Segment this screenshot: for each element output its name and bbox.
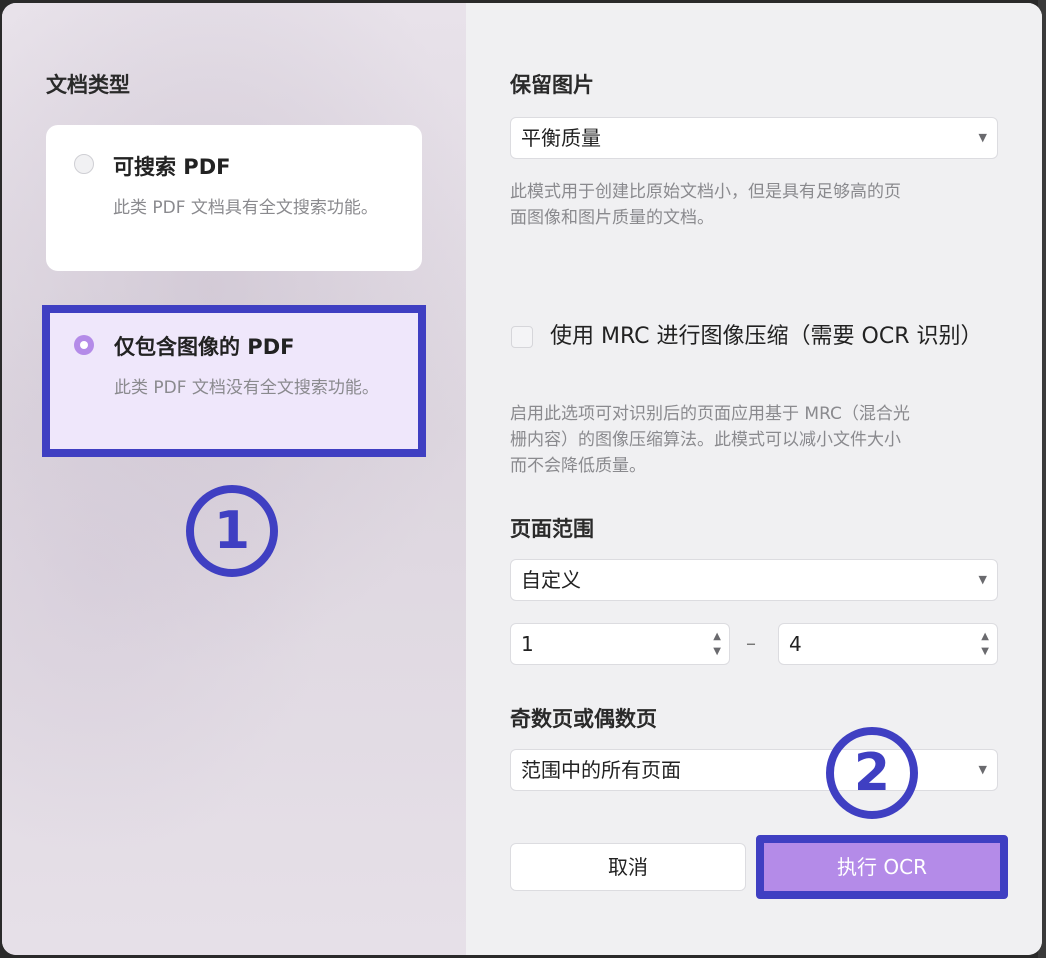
page-to-value: 4 (789, 632, 802, 656)
option-image-only-pdf-title: 仅包含图像的 PDF (114, 335, 295, 359)
option-image-only-pdf-desc: 此类 PDF 文档没有全文搜索功能。 (114, 378, 379, 398)
radio-image-only-pdf[interactable] (74, 335, 94, 355)
odd-even-value: 范围中的所有页面 (521, 758, 681, 782)
run-ocr-button[interactable]: 执行 OCR (756, 835, 1008, 899)
option-searchable-pdf-title: 可搜索 PDF (113, 155, 231, 179)
page-range-select[interactable]: 自定义 ▼ (510, 559, 998, 601)
keep-images-desc-line1: 此模式用于创建比原始文档小，但是具有足够高的页 (510, 182, 901, 202)
keep-images-desc-line2: 面图像和图片质量的文档。 (510, 208, 714, 228)
ocr-dialog: 文档类型 可搜索 PDF 此类 PDF 文档具有全文搜索功能。 仅包含图像的 P… (2, 3, 1042, 955)
page-range-value: 自定义 (521, 568, 581, 592)
stepper-arrows-icon[interactable]: ▲ ▼ (981, 629, 989, 659)
mrc-label: 使用 MRC 进行图像压缩（需要 OCR 识别） (550, 324, 983, 349)
odd-even-heading: 奇数页或偶数页 (510, 707, 657, 731)
page-range-heading: 页面范围 (510, 517, 594, 541)
page-from-value: 1 (521, 632, 534, 656)
annotation-marker-2: 2 (826, 727, 918, 819)
option-searchable-pdf-desc: 此类 PDF 文档具有全文搜索功能。 (113, 198, 378, 218)
chevron-down-icon: ▼ (978, 131, 987, 144)
keep-images-value: 平衡质量 (521, 126, 601, 150)
page-to-stepper[interactable]: 4 ▲ ▼ (778, 623, 998, 665)
radio-searchable-pdf[interactable] (74, 154, 94, 174)
page-from-stepper[interactable]: 1 ▲ ▼ (510, 623, 730, 665)
keep-images-heading: 保留图片 (510, 73, 594, 97)
range-separator: – (746, 631, 756, 655)
document-type-heading: 文档类型 (46, 73, 130, 97)
annotation-marker-1: 1 (186, 485, 278, 577)
document-type-pane: 文档类型 可搜索 PDF 此类 PDF 文档具有全文搜索功能。 仅包含图像的 P… (2, 3, 466, 955)
mrc-checkbox[interactable] (511, 326, 533, 348)
mrc-desc-line2: 栅内容）的图像压缩算法。此模式可以减小文件大小 (510, 430, 901, 450)
cancel-button[interactable]: 取消 (510, 843, 746, 891)
chevron-down-icon: ▼ (978, 573, 987, 586)
stepper-arrows-icon[interactable]: ▲ ▼ (713, 629, 721, 659)
keep-images-select[interactable]: 平衡质量 ▼ (510, 117, 998, 159)
option-searchable-pdf[interactable]: 可搜索 PDF 此类 PDF 文档具有全文搜索功能。 (46, 125, 422, 271)
option-image-only-pdf[interactable]: 仅包含图像的 PDF 此类 PDF 文档没有全文搜索功能。 (42, 305, 426, 457)
mrc-desc-line3: 而不会降低质量。 (510, 456, 646, 476)
mrc-desc-line1: 启用此选项可对识别后的页面应用基于 MRC（混合光 (510, 404, 910, 424)
chevron-down-icon: ▼ (978, 763, 987, 776)
odd-even-select[interactable]: 范围中的所有页面 ▼ (510, 749, 998, 791)
